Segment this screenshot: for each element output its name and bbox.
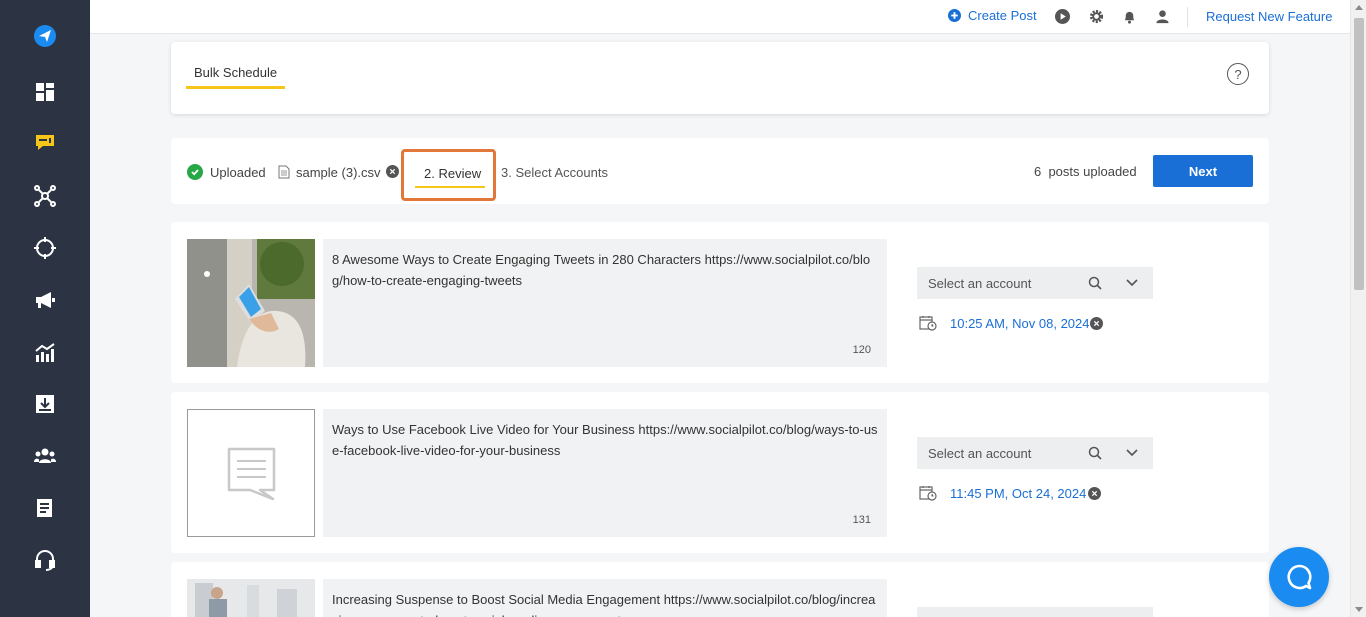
scroll-down-arrow-icon[interactable]: [1355, 607, 1363, 612]
search-icon[interactable]: [1088, 446, 1102, 460]
account-select[interactable]: [917, 607, 1153, 617]
text-post-placeholder-icon: [227, 447, 276, 501]
analytics-icon[interactable]: [0, 333, 90, 373]
chat-bubble-icon: [1287, 564, 1312, 590]
account-select[interactable]: Select an account: [917, 437, 1153, 469]
account-select-placeholder: Select an account: [928, 276, 1032, 291]
active-tab-underline: [186, 86, 285, 89]
chevron-down-icon[interactable]: [1125, 447, 1139, 459]
post-card: Ways to Use Facebook Live Video for Your…: [171, 392, 1269, 553]
chat-support-button[interactable]: [1269, 547, 1329, 607]
bulk-schedule-header: Bulk Schedule ?: [171, 42, 1269, 114]
plus-circle-icon: [948, 9, 961, 22]
account-select-placeholder: Select an account: [928, 446, 1032, 461]
post-thumbnail: [187, 409, 315, 537]
chevron-down-icon[interactable]: [1125, 277, 1139, 289]
check-icon: [187, 164, 203, 180]
character-count: 131: [852, 514, 871, 526]
step-review-highlight[interactable]: 2. Review: [401, 149, 496, 201]
post-text-box[interactable]: Ways to Use Facebook Live Video for Your…: [323, 409, 887, 537]
step-select-accounts[interactable]: 3. Select Accounts: [501, 165, 608, 180]
scroll-thumb[interactable]: [1354, 18, 1364, 290]
remove-schedule-icon[interactable]: [1090, 317, 1103, 330]
play-icon[interactable]: [1054, 8, 1071, 25]
post-text-box[interactable]: Increasing Suspense to Boost Social Medi…: [323, 579, 887, 617]
page-scrollbar[interactable]: [1350, 0, 1366, 617]
uploaded-file-name: sample (3).csv: [296, 165, 381, 180]
top-bar: Create Post Request New Feature: [90, 0, 1350, 34]
character-count: 120: [852, 344, 871, 356]
remove-schedule-icon[interactable]: [1088, 487, 1101, 500]
remove-file-icon[interactable]: [386, 165, 399, 178]
search-icon[interactable]: [1088, 276, 1102, 290]
topbar-divider: [1187, 7, 1188, 27]
schedule-time[interactable]: 11:45 PM, Oct 24, 2024: [950, 486, 1086, 501]
create-post-button[interactable]: Create Post: [948, 8, 1037, 23]
dashboard-icon[interactable]: [0, 72, 90, 112]
support-headset-icon[interactable]: [0, 540, 90, 580]
post-text: Increasing Suspense to Boost Social Medi…: [332, 592, 876, 617]
file-icon: [278, 165, 290, 179]
posts-icon[interactable]: [0, 123, 90, 163]
step-uploaded: Uploaded: [210, 165, 266, 180]
inbox-download-icon[interactable]: [0, 384, 90, 424]
scroll-up-arrow-icon[interactable]: [1355, 5, 1363, 10]
team-icon[interactable]: [0, 436, 90, 476]
gear-icon[interactable]: [1088, 8, 1105, 25]
tab-bulk-schedule[interactable]: Bulk Schedule: [194, 65, 277, 80]
posts-uploaded-count: 6 posts uploaded: [1034, 164, 1137, 179]
post-card: 8 Awesome Ways to Create Engaging Tweets…: [171, 222, 1269, 383]
post-text-box[interactable]: 8 Awesome Ways to Create Engaging Tweets…: [323, 239, 887, 367]
steps-bar: Uploaded sample (3).csv 2. Review 3. Sel…: [171, 138, 1269, 204]
post-text: 8 Awesome Ways to Create Engaging Tweets…: [332, 252, 871, 288]
step-review: 2. Review: [424, 166, 482, 181]
megaphone-icon[interactable]: [0, 280, 90, 320]
review-underline: [415, 186, 485, 188]
reports-icon[interactable]: [0, 488, 90, 528]
connections-icon[interactable]: [0, 176, 90, 216]
next-button[interactable]: Next: [1153, 155, 1253, 187]
logo-send-icon[interactable]: [0, 16, 90, 56]
post-card: Increasing Suspense to Boost Social Medi…: [171, 562, 1269, 617]
account-select[interactable]: Select an account: [917, 267, 1153, 299]
user-icon[interactable]: [1154, 8, 1171, 25]
post-thumbnail: [187, 239, 315, 367]
schedule-time[interactable]: 10:25 AM, Nov 08, 2024: [950, 316, 1089, 331]
schedule-calendar-icon: [919, 316, 937, 331]
request-feature-link[interactable]: Request New Feature: [1206, 9, 1332, 24]
post-text: Ways to Use Facebook Live Video for Your…: [332, 422, 878, 458]
post-thumbnail: [187, 579, 315, 617]
bell-icon[interactable]: [1121, 8, 1138, 25]
schedule-calendar-icon: [919, 486, 937, 501]
help-icon[interactable]: ?: [1227, 63, 1249, 85]
sidebar: [0, 0, 90, 617]
target-icon[interactable]: [0, 228, 90, 268]
create-post-label: Create Post: [968, 8, 1037, 23]
